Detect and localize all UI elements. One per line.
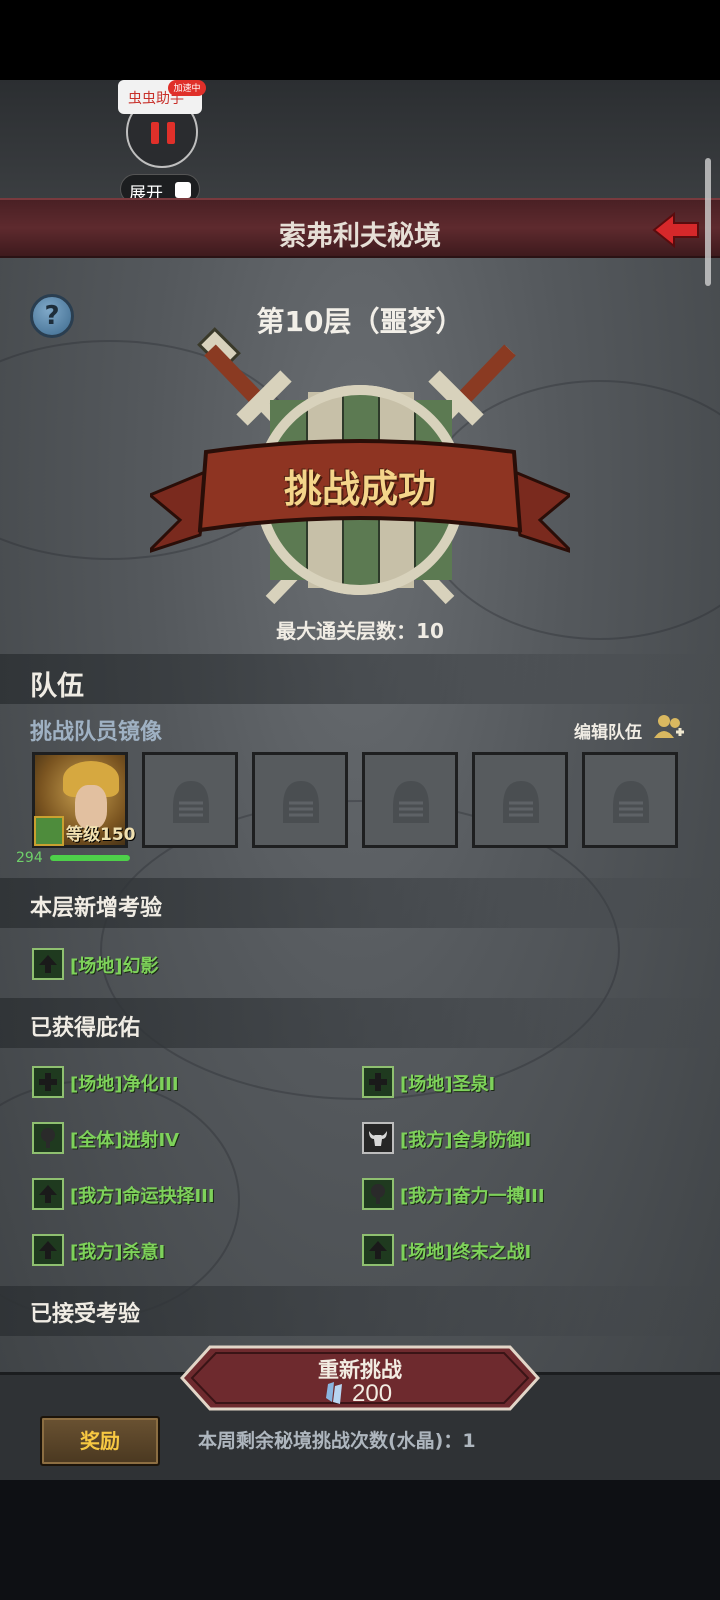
helmet-placeholder-icon	[173, 781, 209, 823]
accelerating-badge: 加速中	[168, 80, 206, 96]
cross-icon	[32, 1066, 64, 1098]
weekly-attempts-info: 本周剩余秘境挑战次数(水晶)：1	[198, 1430, 476, 1452]
arrow-up-icon	[32, 948, 64, 980]
tree-icon	[32, 1122, 64, 1154]
archer-class-icon	[34, 816, 64, 846]
blessing-item-label: [场地]圣泉I	[400, 1074, 496, 1095]
empty-team-slot[interactable]	[362, 752, 458, 848]
expand-icon	[175, 182, 191, 198]
navigation-bar	[0, 1480, 720, 1600]
add-member-icon[interactable]	[652, 712, 686, 744]
trials-section-title: 本层新增考验	[30, 896, 163, 921]
blessing-item-label: [我方]舍身防御I	[400, 1130, 532, 1151]
empty-team-slot[interactable]	[472, 752, 568, 848]
crystal-icon	[326, 1382, 342, 1404]
hero-hp-bar	[50, 855, 130, 861]
blessing-item-label: [全体]迸射IV	[70, 1130, 180, 1151]
retry-cost: 200	[352, 1380, 393, 1407]
edit-team-button[interactable]: 编辑队伍	[574, 718, 642, 743]
empty-team-slot[interactable]	[142, 752, 238, 848]
blessing-item-label: [我方]命运抉择III	[70, 1186, 215, 1207]
arrow-up-icon	[32, 1234, 64, 1266]
blessing-item-label: [我方]杀意I	[70, 1242, 166, 1263]
hero-power: 294	[16, 850, 43, 866]
helmet-placeholder-icon	[503, 781, 539, 823]
reward-button[interactable]: 奖励	[40, 1416, 160, 1466]
bull-skull-icon	[362, 1122, 394, 1154]
team-section-band	[0, 654, 720, 704]
page-title: 索弗利夫秘境	[279, 221, 441, 251]
helmet-placeholder-icon	[613, 781, 649, 823]
blessing-item-label: [我方]奋力一搏III	[400, 1186, 545, 1207]
empty-team-slot[interactable]	[252, 752, 348, 848]
accepted-section-title: 已接受考验	[30, 1302, 141, 1327]
result-status: 挑战成功	[283, 469, 436, 511]
blessing-item-label: [场地]终末之战I	[400, 1242, 532, 1263]
title-bar: 索弗利夫秘境	[0, 198, 720, 258]
team-section-title: 队伍	[30, 671, 84, 702]
blessing-item-label: [场地]净化III	[70, 1074, 179, 1095]
team-members-label: 挑战队员镜像	[30, 720, 163, 745]
tree-icon	[362, 1178, 394, 1210]
empty-team-slot[interactable]	[582, 752, 678, 848]
scrollbar[interactable]	[705, 158, 711, 286]
trial-item-label: [场地]幻影	[70, 956, 159, 977]
back-arrow-icon	[652, 211, 699, 249]
helmet-placeholder-icon	[283, 781, 319, 823]
max-floor-label: 最大通关层数：10	[276, 619, 444, 643]
arrow-up-icon	[32, 1178, 64, 1210]
pause-icon	[151, 122, 177, 144]
hero-level: 等级150	[66, 825, 136, 845]
hero-hp-fill	[50, 855, 130, 861]
status-bar	[0, 0, 720, 80]
helmet-placeholder-icon	[393, 781, 429, 823]
back-button[interactable]	[650, 208, 702, 252]
blessings-section-title: 已获得庇佑	[30, 1016, 141, 1041]
arrow-up-icon	[362, 1234, 394, 1266]
game-screen: 虫虫助手 加速中 展开 索弗利夫秘境 ? 第10层（噩梦） 挑战成功 最大通关层…	[0, 80, 720, 1480]
header-backdrop	[0, 80, 720, 200]
cross-icon	[362, 1066, 394, 1098]
